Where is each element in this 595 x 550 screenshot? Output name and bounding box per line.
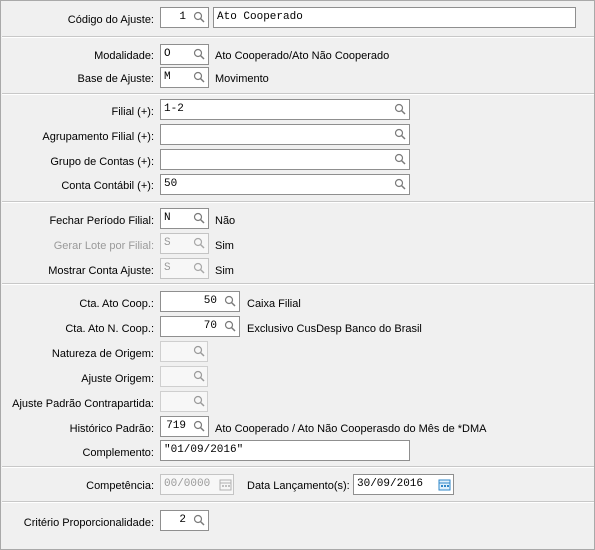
cta-ato-coop-label: Cta. Ato Coop.: bbox=[79, 298, 154, 310]
search-icon[interactable] bbox=[193, 71, 205, 83]
filial-label: Filial (+): bbox=[111, 106, 154, 118]
fechar-periodo-label: Fechar Período Filial: bbox=[49, 215, 154, 227]
gerar-lote-label: Gerar Lote por Filial: bbox=[53, 240, 154, 252]
separator bbox=[2, 201, 594, 203]
modalidade-description: Ato Cooperado/Ato Não Cooperado bbox=[215, 50, 390, 62]
search-icon[interactable] bbox=[193, 48, 205, 60]
codigo-ajuste-description: Ato Cooperado bbox=[213, 7, 576, 28]
complemento-label: Complemento: bbox=[82, 447, 154, 459]
search-icon[interactable] bbox=[193, 420, 205, 432]
competencia-label: Competência: bbox=[86, 480, 154, 492]
modalidade-label: Modalidade: bbox=[94, 50, 154, 62]
gerar-lote-description: Sim bbox=[215, 240, 234, 252]
separator bbox=[2, 466, 594, 468]
search-icon[interactable] bbox=[224, 320, 236, 332]
conta-contabil-label: Conta Contábil (+): bbox=[61, 180, 154, 192]
search-icon[interactable] bbox=[193, 370, 205, 382]
agrupamento-filial-input[interactable] bbox=[160, 124, 410, 145]
search-icon[interactable] bbox=[193, 262, 205, 274]
base-ajuste-description: Movimento bbox=[215, 73, 269, 85]
search-icon[interactable] bbox=[193, 345, 205, 357]
data-lancamento-label: Data Lançamento(s): bbox=[247, 480, 350, 492]
natureza-origem-label: Natureza de Origem: bbox=[51, 348, 154, 360]
search-icon[interactable] bbox=[193, 212, 205, 224]
base-ajuste-label: Base de Ajuste: bbox=[77, 73, 154, 85]
search-icon[interactable] bbox=[394, 128, 406, 140]
fechar-periodo-description: Não bbox=[215, 215, 236, 227]
historico-padrao-label: Histórico Padrão: bbox=[69, 423, 154, 435]
search-icon[interactable] bbox=[193, 514, 205, 526]
search-icon[interactable] bbox=[394, 178, 406, 190]
cta-ato-n-coop-description: Exclusivo CusDesp Banco do Brasil bbox=[247, 323, 422, 335]
separator bbox=[2, 501, 594, 503]
grupo-contas-input[interactable] bbox=[160, 149, 410, 170]
separator bbox=[2, 283, 594, 285]
search-icon bbox=[193, 237, 205, 249]
historico-padrao-description: Ato Cooperado / Ato Não Cooperasdo do Mê… bbox=[215, 423, 487, 435]
search-icon[interactable] bbox=[394, 103, 406, 115]
codigo-ajuste-label: Código do Ajuste: bbox=[67, 14, 154, 26]
ajuste-origem-label: Ajuste Origem: bbox=[81, 373, 154, 385]
search-icon[interactable] bbox=[394, 153, 406, 165]
mostrar-conta-description: Sim bbox=[215, 265, 234, 277]
mostrar-conta-label: Mostrar Conta Ajuste: bbox=[48, 265, 154, 277]
agrupamento-filial-label: Agrupamento Filial (+): bbox=[42, 131, 154, 143]
form-panel: Código do Ajuste: 1 Ato Cooperado Modali… bbox=[0, 0, 595, 550]
calendar-icon bbox=[219, 479, 232, 491]
cta-ato-coop-description: Caixa Filial bbox=[247, 298, 301, 310]
grupo-contas-label: Grupo de Contas (+): bbox=[50, 156, 154, 168]
criterio-label: Critério Proporcionalidade: bbox=[23, 517, 154, 529]
cta-ato-n-coop-label: Cta. Ato N. Coop.: bbox=[65, 323, 154, 335]
search-icon[interactable] bbox=[193, 395, 205, 407]
separator bbox=[2, 93, 594, 95]
search-icon[interactable] bbox=[193, 11, 205, 23]
separator bbox=[2, 36, 594, 38]
search-icon[interactable] bbox=[224, 295, 236, 307]
calendar-icon[interactable] bbox=[438, 478, 451, 491]
ajuste-padrao-label: Ajuste Padrão Contrapartida: bbox=[12, 398, 154, 410]
conta-contabil-input[interactable]: 50 bbox=[160, 174, 410, 195]
complemento-input[interactable]: "01/09/2016" bbox=[160, 440, 410, 461]
filial-input[interactable]: 1-2 bbox=[160, 99, 410, 120]
